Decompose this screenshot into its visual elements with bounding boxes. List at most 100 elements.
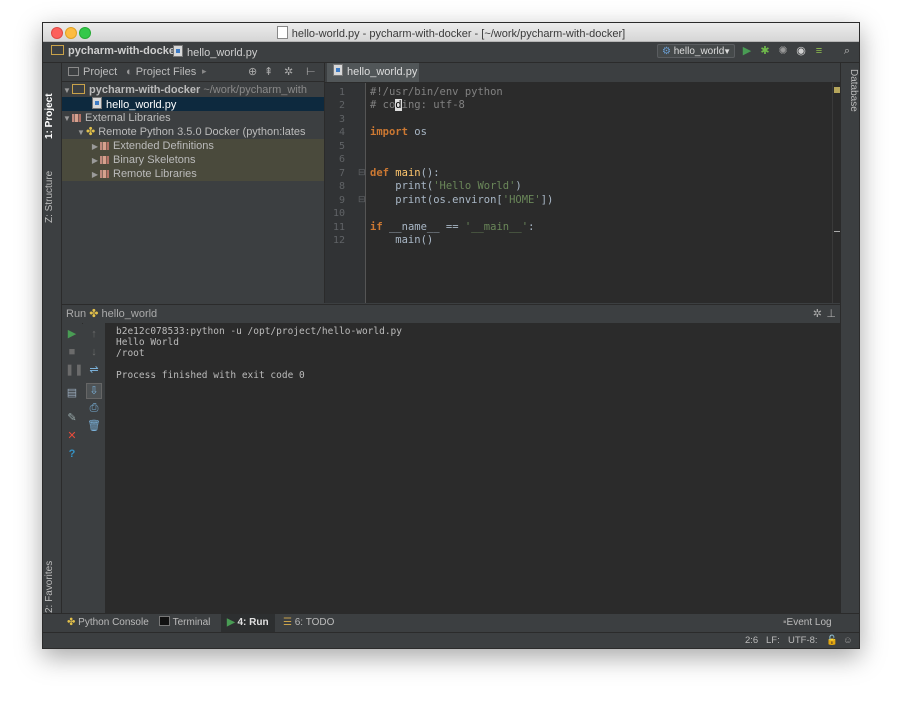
code-line-12: main() [370, 234, 434, 246]
tool-tab-favorites[interactable]: 2: Favorites [44, 543, 60, 613]
tree-item-extended-definitions[interactable]: ▶ Extended Definitions [62, 139, 324, 153]
hide-panel-icon[interactable]: ⊢ [306, 65, 316, 78]
run-config-selector[interactable]: ⚙ hello_world ▼ [657, 44, 735, 58]
run-panel-header: Run ✤ hello_world ✲ ⊥ [62, 304, 840, 324]
editor-tab-bar: hello_world.py × [325, 63, 840, 96]
code-line-9: print(os.environ['HOME']) [370, 194, 554, 206]
trash-icon[interactable]: 🗑 [87, 419, 101, 433]
line-number: 1 [338, 87, 345, 98]
project-panel-header: Project ◐ Project Files ▸ ⊕ ⇞ ✲ ⊢ [62, 63, 324, 82]
tab-terminal[interactable]: Terminal [159, 614, 210, 632]
expand-arrow-icon: ▶ [91, 156, 99, 165]
python-sdk-icon: ✤ [86, 126, 96, 138]
close-icon[interactable]: ✕ [65, 429, 79, 443]
sync-icon[interactable]: ⊕ [248, 65, 257, 78]
code-editor[interactable]: #!/usr/bin/env python # coding: utf-8 im… [366, 83, 832, 303]
line-number: 11 [332, 222, 345, 233]
help-icon[interactable]: ? [65, 447, 79, 461]
tool-tab-structure[interactable]: Z: Structure [44, 143, 60, 223]
tab-event-log[interactable]: ▪Event Log [783, 614, 832, 632]
library-icon [100, 156, 109, 164]
expand-arrow-icon: ▼ [63, 86, 71, 95]
tree-item-external-libraries[interactable]: ▼ External Libraries [62, 111, 324, 125]
run-icon[interactable]: ▶ [741, 45, 753, 57]
caret-position[interactable]: 2:6 [745, 635, 758, 646]
chevron-right-icon[interactable]: ▸ [202, 66, 207, 77]
console-line: /root [116, 348, 145, 359]
python-file-icon [92, 97, 102, 109]
tree-item-remote-libraries[interactable]: ▶ Remote Libraries [62, 167, 324, 181]
down-arrow-icon[interactable]: ↓ [87, 345, 101, 359]
fold-icon[interactable]: ⊟ [358, 167, 366, 178]
pause-icon[interactable]: ❚❚ [65, 363, 83, 377]
ide-window: hello-world.py - pycharm-with-docker - [… [42, 22, 860, 649]
code-line-11: if __name__ == '__main__': [370, 221, 535, 233]
up-arrow-icon[interactable]: ↑ [87, 327, 101, 341]
tree-item-hello-world[interactable]: hello_world.py [62, 97, 324, 111]
soft-wrap-icon[interactable]: ⇌ [87, 363, 101, 377]
rerun-icon[interactable]: ▶ [65, 327, 79, 341]
tab-python-console[interactable]: ✤ Python Console [67, 614, 149, 632]
line-number: 7 [338, 168, 345, 179]
code-line-2: # coding: utf-8 [370, 99, 465, 111]
profile-icon[interactable]: ◉ [795, 45, 807, 57]
console-line: Process finished with exit code 0 [116, 370, 305, 381]
fold-icon[interactable]: ⊟ [358, 194, 366, 205]
scroll-to-end-icon[interactable]: ⇩ [86, 383, 102, 399]
line-number: 2 [338, 100, 345, 111]
python-file-icon [333, 64, 343, 76]
pin-icon[interactable]: ✎ [65, 411, 79, 425]
expand-arrow-icon: ▶ [91, 170, 99, 179]
hide-panel-icon[interactable]: ⊥ [826, 307, 836, 320]
dropdown-arrow-icon: ▼ [723, 47, 731, 56]
line-separator[interactable]: LF: [766, 635, 780, 646]
expand-arrow-icon: ▼ [77, 128, 85, 137]
run-icon: ▶ [227, 617, 235, 628]
gear-icon[interactable]: ✲ [813, 307, 822, 320]
editor-tab-hello-world[interactable]: hello_world.py × [327, 63, 419, 96]
breadcrumb-project[interactable]: pycharm-with-docker [51, 45, 179, 57]
caret-marker [834, 231, 840, 232]
file-encoding[interactable]: UTF-8: [788, 635, 818, 646]
inspector-icon[interactable]: ☺ [843, 635, 853, 646]
line-number: 4 [338, 127, 345, 138]
library-icon [100, 142, 109, 150]
line-number: 5 [338, 141, 345, 152]
run-toolbar-primary: ▶ ■ ❚❚ ▤ ✎ ✕ ? [62, 323, 83, 613]
tool-tab-database[interactable]: Database [843, 69, 859, 139]
tool-tab-project[interactable]: 1: Project [44, 69, 60, 139]
project-panel: Project ◐ Project Files ▸ ⊕ ⇞ ✲ ⊢ ▼ pycha… [62, 63, 325, 303]
line-number: 10 [332, 208, 345, 219]
lock-icon[interactable]: 🔓 [826, 635, 838, 646]
gear-icon[interactable]: ✲ [284, 65, 293, 78]
print-icon[interactable]: ⎙ [87, 401, 101, 415]
stop-icon[interactable]: ■ [65, 345, 79, 359]
breadcrumb-file[interactable]: hello_world.py [173, 45, 257, 59]
tree-item-project-root[interactable]: ▼ pycharm-with-docker ~/work/pycharm_with [62, 83, 324, 97]
console-line: Hello World [116, 337, 179, 348]
project-tab[interactable]: Project [68, 66, 117, 78]
tree-item-remote-python[interactable]: ▼✤ Remote Python 3.5.0 Docker (python:lat… [62, 125, 324, 139]
debug-icon[interactable]: ✱ [759, 45, 771, 57]
collapse-all-icon[interactable]: ⇞ [264, 65, 273, 78]
expand-arrow-icon: ▼ [63, 114, 71, 123]
structure-list-icon[interactable]: ≡ [813, 45, 825, 57]
warning-marker-icon[interactable] [834, 87, 840, 93]
python-run-icon: ⚙ [662, 46, 671, 57]
todo-icon: ☰ [283, 617, 292, 628]
library-icon [100, 170, 109, 178]
tree-item-binary-skeletons[interactable]: ▶ Binary Skeletons [62, 153, 324, 167]
status-bar: 2:6 LF: UTF-8: 🔓 ☺ [43, 632, 859, 648]
tab-todo[interactable]: ☰ 6: TODO [283, 614, 334, 632]
expand-arrow-icon: ▶ [91, 142, 99, 151]
dump-threads-icon[interactable]: ▤ [65, 386, 79, 400]
tab-run[interactable]: ▶ 4: Run [221, 614, 275, 632]
editor-error-stripe[interactable] [832, 83, 841, 303]
coverage-icon[interactable]: ✺ [777, 45, 789, 57]
project-files-tab[interactable]: ◐ Project Files [126, 66, 196, 78]
python-file-icon [276, 26, 288, 39]
run-console-output[interactable]: b2e12c078533:python -u /opt/project/hell… [106, 323, 840, 613]
code-line-4: import os [370, 126, 427, 138]
navigation-bar: pycharm-with-docker hello_world.py ⚙ hel… [43, 42, 859, 63]
search-icon[interactable]: ⌕ [841, 45, 853, 57]
